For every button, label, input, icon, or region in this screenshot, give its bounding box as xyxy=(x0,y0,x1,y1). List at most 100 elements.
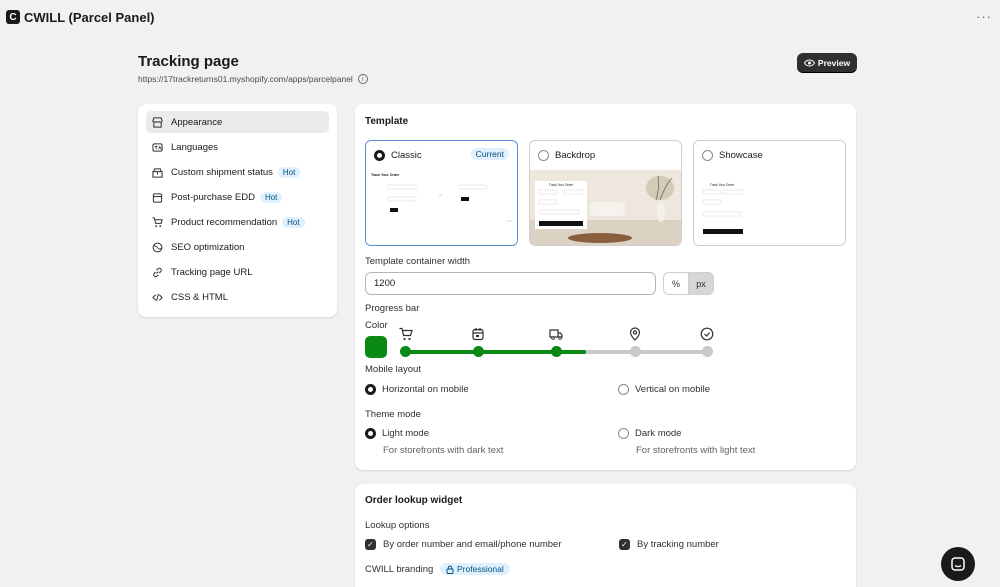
radio-button[interactable] xyxy=(618,384,629,395)
template-thumbnail: Track Your Order xyxy=(530,170,681,245)
sidebar-item-label: Tracking page URL xyxy=(171,266,253,278)
sidebar-item-seo-optimization[interactable]: SEO optimization xyxy=(146,236,329,258)
horizontal-mobile-label: Horizontal on mobile xyxy=(382,384,469,395)
template-label: Classic xyxy=(391,150,422,161)
sidebar-item-label: Appearance xyxy=(171,116,223,128)
thumbnail-heading: Track Your Order xyxy=(549,183,574,187)
page-url: https://17trackreturns01.myshopify.com/a… xyxy=(138,74,368,84)
template-option-backdrop[interactable]: Backdrop Track Your Order xyxy=(529,140,682,246)
template-label: Backdrop xyxy=(555,150,596,161)
template-radio[interactable] xyxy=(538,150,549,161)
calendar-icon xyxy=(471,327,485,341)
sidebar-item-appearance[interactable]: Appearance xyxy=(146,111,329,133)
checkbox-checked-icon[interactable]: ✓ xyxy=(365,539,376,550)
truck-icon xyxy=(549,327,563,341)
preview-button[interactable]: Preview xyxy=(797,53,857,72)
progress-color-swatch[interactable] xyxy=(365,336,387,358)
cart-icon xyxy=(152,216,163,228)
language-icon xyxy=(152,142,163,153)
thumbnail-heading: Track Your Order xyxy=(710,183,735,187)
code-icon xyxy=(152,292,163,303)
radio-button[interactable] xyxy=(365,384,376,395)
sidebar-item-label: CSS & HTML xyxy=(171,291,229,303)
radio-button[interactable] xyxy=(618,428,629,439)
unit-px-button[interactable]: px xyxy=(688,272,714,295)
chat-support-button[interactable] xyxy=(941,547,975,581)
order-lookup-title: Order lookup widget xyxy=(365,495,463,506)
storefront-icon xyxy=(152,116,163,128)
template-label: Showcase xyxy=(719,150,763,161)
check-circle-icon xyxy=(700,327,714,341)
sidebar-item-tracking-page-url[interactable]: Tracking page URL xyxy=(146,261,329,283)
more-actions-button[interactable]: ··· xyxy=(976,9,992,24)
sidebar-item-label: Languages xyxy=(171,141,219,153)
thumbnail-heading: Track Your Order xyxy=(371,173,400,177)
container-width-label: Template container width xyxy=(365,256,471,267)
template-title: Template xyxy=(365,116,409,127)
progress-bar-label: Progress bar xyxy=(365,303,420,314)
hot-badge: Hot xyxy=(282,216,305,228)
light-mode-description: For storefronts with dark text xyxy=(383,445,504,456)
template-thumbnail: Track Your Order xyxy=(694,170,845,245)
template-option-classic[interactable]: Classic Current Track Your Order xyxy=(365,140,518,246)
appearance-card: Template Classic Current Track Your Orde… xyxy=(355,104,856,470)
dark-mode-label: Dark mode xyxy=(635,428,682,439)
package-icon xyxy=(152,167,163,178)
settings-sidebar: Appearance Languages Custom shipment sta… xyxy=(138,104,337,317)
sidebar-item-post-purchase-edd[interactable]: Post-purchase EDD Hot xyxy=(146,186,329,208)
lookup-by-order-checkbox[interactable]: ✓ By order number and email/phone number xyxy=(365,539,562,550)
container-width-input[interactable]: 1200 xyxy=(365,272,656,295)
template-option-showcase[interactable]: Showcase Track Your Order xyxy=(693,140,846,246)
sidebar-item-label: SEO optimization xyxy=(171,241,245,253)
hot-badge: Hot xyxy=(277,166,301,178)
link-icon xyxy=(152,267,163,278)
eye-icon xyxy=(803,58,815,67)
dark-mode-option[interactable]: Dark mode xyxy=(618,428,681,439)
theme-mode-label: Theme mode xyxy=(365,409,421,420)
unit-percent-button[interactable]: % xyxy=(663,272,689,295)
branding-label: CWILL branding xyxy=(365,564,434,575)
preview-label: Preview xyxy=(817,57,851,68)
app-title: CWILL (Parcel Panel) xyxy=(24,9,155,25)
sidebar-item-custom-shipment-status[interactable]: Custom shipment status Hot xyxy=(146,161,329,183)
sidebar-item-languages[interactable]: Languages xyxy=(146,136,329,158)
page-title: Tracking page xyxy=(138,53,239,70)
location-pin-icon xyxy=(628,327,642,341)
progress-step-dot xyxy=(551,346,562,357)
sidebar-item-label: Post-purchase EDD xyxy=(171,191,255,203)
template-thumbnail: Track Your Order xyxy=(366,170,517,245)
vertical-mobile-label: Vertical on mobile xyxy=(635,384,710,395)
lookup-by-order-label: By order number and email/phone number xyxy=(383,539,562,550)
page-url-text[interactable]: https://17trackreturns01.myshopify.com/a… xyxy=(138,74,353,84)
vertical-mobile-option[interactable]: Vertical on mobile xyxy=(618,384,710,395)
mobile-layout-label: Mobile layout xyxy=(365,364,421,375)
calendar-icon xyxy=(152,192,163,203)
professional-badge: Professional xyxy=(440,563,510,575)
globe-icon xyxy=(152,242,163,253)
sidebar-item-product-recommendation[interactable]: Product recommendation Hot xyxy=(146,211,329,233)
progress-step-dot xyxy=(473,346,484,357)
lock-icon xyxy=(446,565,454,574)
app-logo: C xyxy=(6,10,20,24)
checkbox-checked-icon[interactable]: ✓ xyxy=(619,539,630,550)
light-mode-label: Light mode xyxy=(382,428,430,439)
radio-button[interactable] xyxy=(365,428,376,439)
template-radio[interactable] xyxy=(374,150,385,161)
hot-badge: Hot xyxy=(259,191,283,203)
sidebar-item-label: Product recommendation xyxy=(171,216,278,228)
lookup-by-tracking-checkbox[interactable]: ✓ By tracking number xyxy=(619,539,719,550)
chat-icon xyxy=(951,557,965,571)
light-mode-option[interactable]: Light mode xyxy=(365,428,429,439)
order-lookup-card: Order lookup widget Lookup options ✓ By … xyxy=(355,484,856,587)
professional-label: Professional xyxy=(457,564,504,574)
sidebar-item-label: Custom shipment status xyxy=(171,166,273,178)
dark-mode-description: For storefronts with light text xyxy=(636,445,756,456)
info-icon[interactable]: i xyxy=(357,74,368,84)
horizontal-mobile-option[interactable]: Horizontal on mobile xyxy=(365,384,469,395)
template-radio[interactable] xyxy=(702,150,713,161)
progress-step-dot xyxy=(630,346,641,357)
lookup-by-tracking-label: By tracking number xyxy=(637,539,719,550)
sidebar-item-css-html[interactable]: CSS & HTML xyxy=(146,286,329,308)
app-header: C CWILL (Parcel Panel) ··· xyxy=(0,0,1000,34)
lookup-options-label: Lookup options xyxy=(365,520,430,531)
